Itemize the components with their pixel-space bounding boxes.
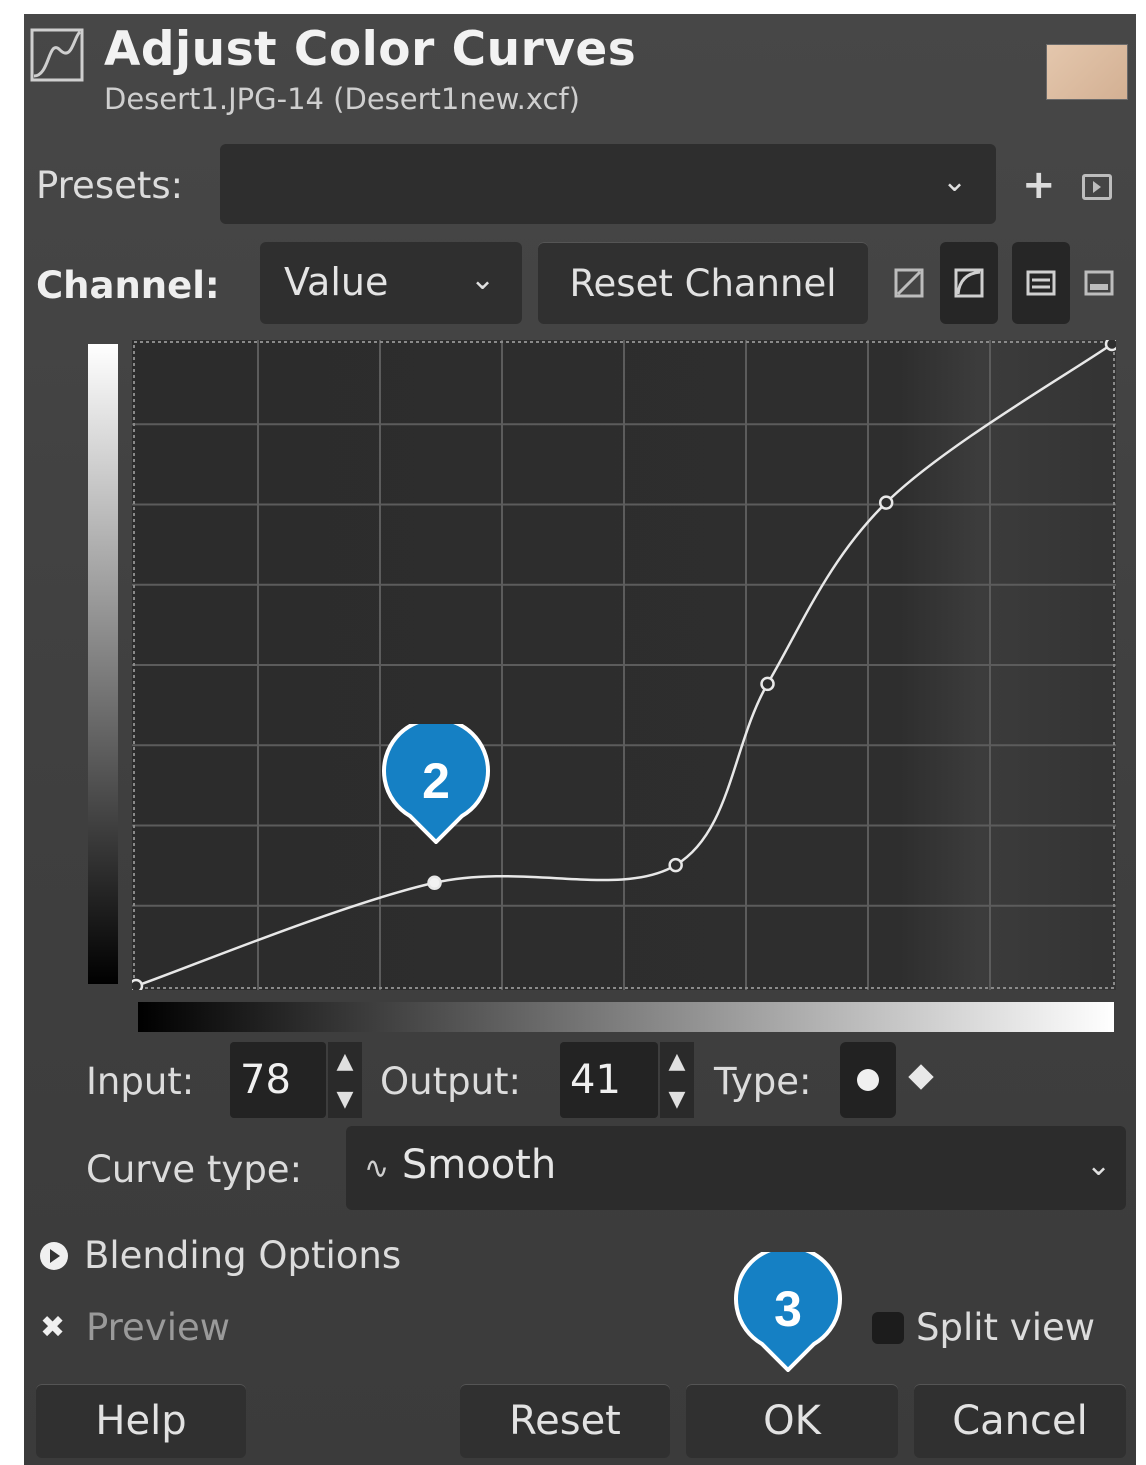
help-button[interactable]: Help xyxy=(36,1384,246,1458)
corner-point-icon[interactable] xyxy=(908,1064,934,1090)
chevron-down-icon: ⌄ xyxy=(470,262,496,297)
smooth-point-toggle[interactable] xyxy=(840,1042,896,1118)
presets-label: Presets: xyxy=(36,164,184,207)
curve-point[interactable] xyxy=(760,676,775,692)
output-spinner[interactable]: ▲ ▼ xyxy=(660,1042,694,1118)
image-name: Desert1.JPG-14 (Desert1new.xcf) xyxy=(104,82,580,116)
curve-view-icon xyxy=(1026,270,1056,296)
dialog-title: Adjust Color Curves xyxy=(104,22,637,77)
output-label: Output: xyxy=(380,1060,521,1103)
reset-button[interactable]: Reset xyxy=(460,1384,670,1458)
preview-label[interactable]: Preview xyxy=(86,1306,230,1349)
input-field[interactable]: 78 xyxy=(230,1042,326,1118)
split-view-checkbox[interactable] xyxy=(872,1312,904,1344)
reset-channel-button[interactable]: Reset Channel xyxy=(538,242,868,324)
callout-badge-2: 2 xyxy=(382,724,490,844)
cancel-button[interactable]: Cancel xyxy=(914,1384,1126,1458)
chevron-down-icon: ⌄ xyxy=(1086,1148,1112,1183)
split-view-label[interactable]: Split view xyxy=(916,1306,1095,1349)
preview-checkbox[interactable]: ✖ xyxy=(40,1310,65,1345)
curve-point[interactable] xyxy=(878,495,894,510)
view-toggle-b[interactable] xyxy=(1070,242,1128,324)
blending-options-label[interactable]: Blending Options xyxy=(84,1234,401,1277)
channel-dropdown[interactable]: Value ⌄ xyxy=(260,242,522,324)
view-toggle-a[interactable] xyxy=(1012,242,1070,324)
linear-histogram-icon xyxy=(894,268,924,298)
add-preset-icon[interactable]: + xyxy=(1022,162,1056,208)
output-field[interactable]: 41 xyxy=(560,1042,658,1118)
color-swatch xyxy=(1046,44,1128,100)
curve-point-selected[interactable] xyxy=(427,875,442,891)
output-gradient-bar xyxy=(88,344,118,984)
channel-value: Value xyxy=(284,260,389,304)
curve-graph[interactable] xyxy=(132,340,1116,990)
histogram-view-icon xyxy=(1084,270,1114,296)
curve-point[interactable] xyxy=(1104,340,1116,352)
curve-type-text: Smooth xyxy=(401,1142,557,1188)
spin-down-icon[interactable]: ▼ xyxy=(337,1087,354,1112)
input-label: Input: xyxy=(86,1060,195,1103)
spin-up-icon[interactable]: ▲ xyxy=(669,1049,686,1074)
input-gradient-bar xyxy=(138,1002,1114,1032)
adjust-color-curves-dialog: Adjust Color Curves Desert1.JPG-14 (Dese… xyxy=(24,14,1136,1465)
log-histogram-icon xyxy=(954,268,984,298)
preset-menu-icon[interactable] xyxy=(1082,174,1112,200)
smooth-curve-icon: ∿ xyxy=(364,1151,390,1186)
input-spinner[interactable]: ▲ ▼ xyxy=(328,1042,362,1118)
linear-histogram-toggle[interactable] xyxy=(880,242,938,324)
spin-down-icon[interactable]: ▼ xyxy=(669,1087,686,1112)
channel-label: Channel: xyxy=(36,264,220,307)
chevron-down-icon: ⌄ xyxy=(942,164,968,199)
smooth-point-icon xyxy=(857,1069,879,1091)
spin-up-icon[interactable]: ▲ xyxy=(337,1049,354,1074)
blending-expander-icon[interactable] xyxy=(40,1242,68,1270)
curve-type-label: Curve type: xyxy=(86,1148,303,1191)
callout-number: 2 xyxy=(422,753,450,809)
curve-point[interactable] xyxy=(668,857,683,873)
curves-tool-icon xyxy=(30,28,84,82)
type-label: Type: xyxy=(714,1060,812,1103)
callout-number: 3 xyxy=(774,1281,802,1337)
curve-point[interactable] xyxy=(132,978,144,990)
ok-button[interactable]: OK xyxy=(686,1384,898,1458)
presets-dropdown[interactable]: ⌄ xyxy=(220,144,996,224)
curve-type-value: ∿ Smooth xyxy=(364,1142,556,1188)
callout-badge-3: 3 xyxy=(734,1252,842,1372)
log-histogram-toggle[interactable] xyxy=(940,242,998,324)
